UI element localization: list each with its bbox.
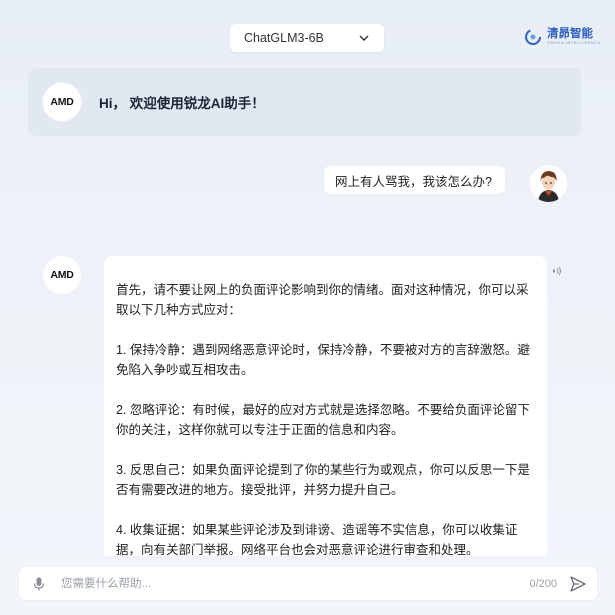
model-selector-value: ChatGLM3-6B [244,31,324,45]
chat-input[interactable] [59,576,530,591]
user-avatar-icon [530,165,567,202]
character-counter: 0/200 [529,577,557,590]
welcome-banner: AMD Hi， 欢迎使用锐龙AI助手！ [28,68,581,136]
assistant-paragraph: 3. 反思自己：如果负面评论提到了你的某些行为或观点，你可以反思一下是否有需要改… [116,463,530,497]
assistant-avatar: AMD [43,256,81,294]
send-icon[interactable] [569,575,587,593]
assistant-message-bubble: 首先，请不要让网上的负面评论影响到你的情绪。面对这种情况，你可以采取以下几种方式… [104,256,547,556]
user-message-bubble: 网上有人骂我，我该怎么办? [324,166,505,194]
brand-logo: 清昴智能 ORIGIN INTELLIGENCE [523,27,601,47]
assistant-paragraph: 2. 忽略评论：有时候，最好的应对方式就是选择忽略。不要给负面评论留下你的关注，… [116,403,530,437]
assistant-reply-avatar-wrap: AMD [43,256,81,294]
speaker-icon[interactable] [552,265,564,277]
brand-logo-icon [525,29,541,45]
assistant-paragraph: 4. 收集证据：如果某些评论涉及到诽谤、造谣等不实信息，你可以收集证据，向有关部… [116,523,518,556]
microphone-icon[interactable] [31,576,47,592]
assistant-paragraph: 首先，请不要让网上的负面评论影响到你的情绪。面对这种情况，你可以采取以下几种方式… [116,283,529,317]
chat-input-bar: 0/200 [19,567,597,600]
chevron-down-icon [359,35,369,41]
brand-subtitle: ORIGIN INTELLIGENCE [547,40,601,45]
user-message-text: 网上有人骂我，我该怎么办? [335,174,492,189]
assistant-avatar: AMD [43,83,81,121]
model-selector[interactable]: ChatGLM3-6B [230,24,384,52]
welcome-text: Hi， 欢迎使用锐龙AI助手！ [99,96,265,111]
user-avatar [530,165,567,202]
brand-name: 清昴智能 [547,28,593,40]
assistant-paragraph: 1. 保持冷静：遇到网络恶意评论时，保持冷静，不要被对方的言辞激怒。避免陷入争吵… [116,343,530,377]
